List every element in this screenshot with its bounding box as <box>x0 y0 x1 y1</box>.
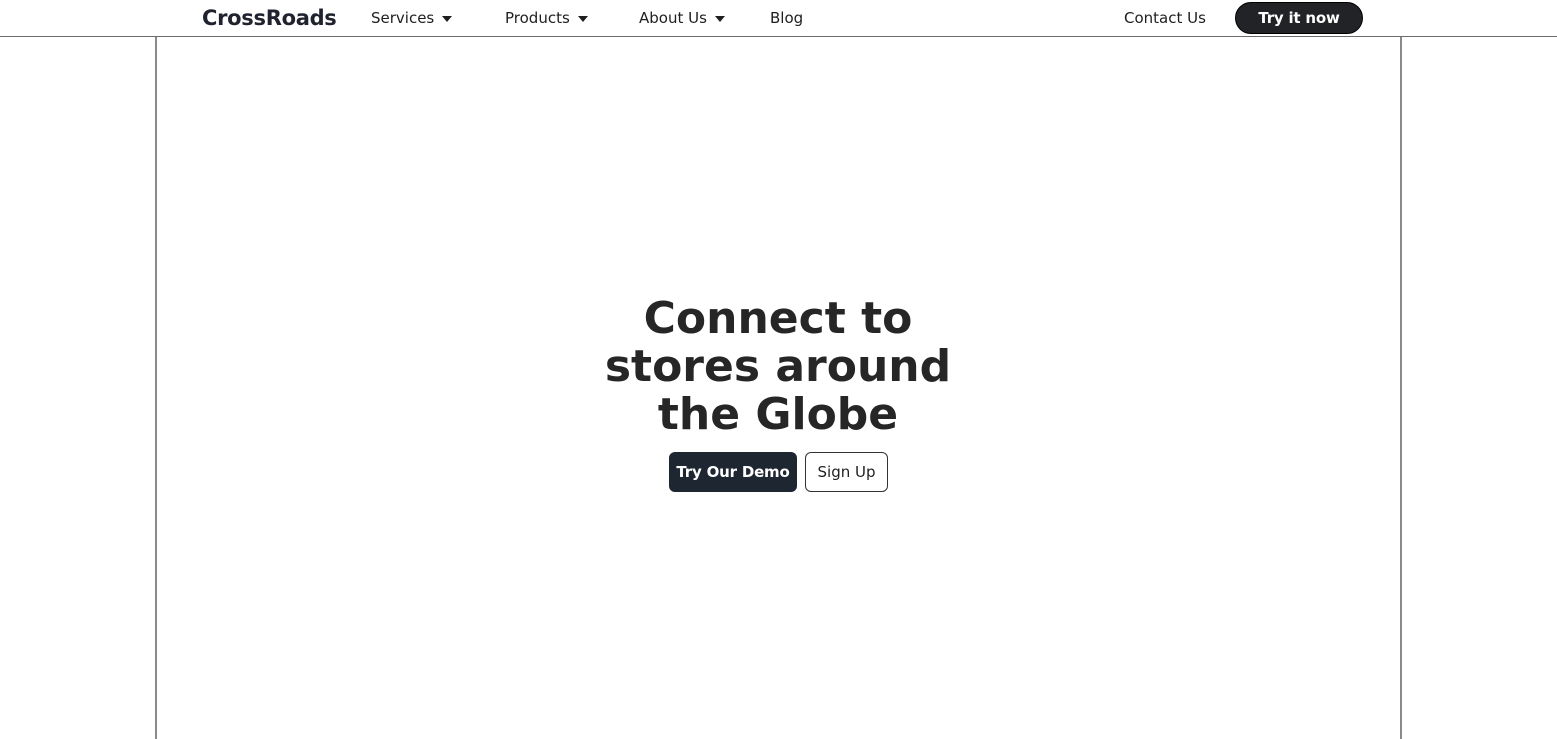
hero-title-line-3: the Globe <box>657 389 899 440</box>
hero-title: Connect to stores around the Globe <box>578 295 978 439</box>
contact-us-link[interactable]: Contact Us <box>1124 9 1206 27</box>
nav-item-label: Services <box>371 9 435 27</box>
try-our-demo-button[interactable]: Try Our Demo <box>669 452 797 492</box>
caret-down-icon <box>577 16 588 22</box>
nav-item-products[interactable]: Products <box>505 9 588 27</box>
nav-item-label: Products <box>505 9 570 27</box>
brand-logo[interactable]: CrossRoads <box>202 6 337 30</box>
caret-down-icon <box>442 16 453 22</box>
top-navbar: CrossRoads Services Products About Us Bl… <box>0 0 1557 37</box>
caret-down-icon <box>714 16 725 22</box>
nav-item-label: Blog <box>770 9 804 27</box>
nav-item-services[interactable]: Services <box>371 9 453 27</box>
sign-up-button[interactable]: Sign Up <box>805 452 888 492</box>
nav-item-about-us[interactable]: About Us <box>639 9 725 27</box>
nav-item-label: About Us <box>639 9 707 27</box>
hero-title-line-1: Connect to <box>643 293 913 344</box>
hero-title-line-2: stores around <box>604 341 952 392</box>
try-it-now-button[interactable]: Try it now <box>1235 2 1363 34</box>
nav-item-blog[interactable]: Blog <box>770 9 803 27</box>
page: CrossRoads Services Products About Us Bl… <box>0 0 1557 739</box>
